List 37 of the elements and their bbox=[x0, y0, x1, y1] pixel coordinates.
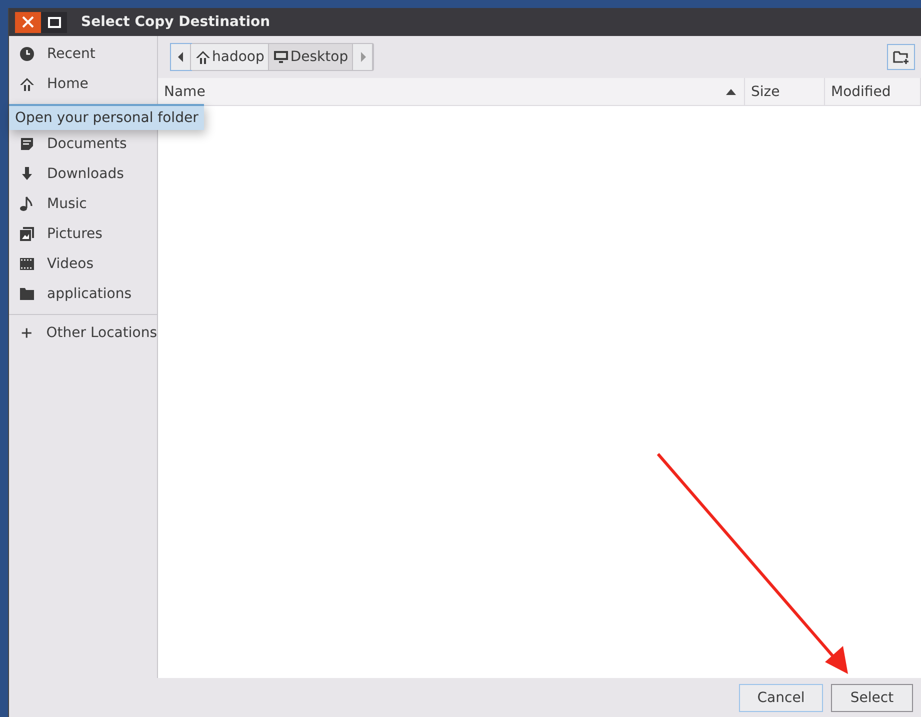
home-icon bbox=[195, 49, 211, 65]
plus-icon bbox=[19, 325, 34, 341]
sidebar-item[interactable]: Documents bbox=[9, 129, 157, 159]
pictures-icon bbox=[19, 226, 35, 242]
music-note-icon bbox=[19, 196, 35, 212]
right-arrow-icon bbox=[360, 52, 366, 62]
maximize-icon bbox=[48, 16, 60, 28]
sidebar-item[interactable]: Recent bbox=[9, 39, 157, 69]
cancel-button[interactable]: Cancel bbox=[739, 684, 823, 712]
close-button[interactable] bbox=[15, 12, 41, 32]
download-icon bbox=[19, 166, 35, 182]
path-button[interactable]: hadoop bbox=[191, 44, 270, 70]
sidebar-item[interactable]: Downloads bbox=[9, 159, 157, 189]
column-header-cell[interactable]: Size bbox=[745, 78, 825, 105]
new-folder-button[interactable] bbox=[887, 44, 915, 70]
sidebar-item[interactable]: Music bbox=[9, 189, 157, 219]
column-header-cell[interactable]: Modified bbox=[825, 78, 921, 105]
maximize-button[interactable] bbox=[41, 12, 67, 32]
sidebar-item[interactable]: applications bbox=[9, 279, 157, 309]
clock-icon bbox=[19, 46, 35, 62]
sidebar-item[interactable]: Pictures bbox=[9, 219, 157, 249]
select-button[interactable]: Select bbox=[831, 684, 913, 712]
close-icon bbox=[22, 16, 34, 28]
sidebar-item[interactable]: Other Locations bbox=[9, 318, 157, 348]
window-title: Select Copy Destination bbox=[81, 14, 270, 30]
document-icon bbox=[19, 136, 35, 152]
left-arrow-icon bbox=[178, 52, 184, 62]
monitor-icon bbox=[273, 49, 290, 65]
path-button[interactable]: Desktop bbox=[269, 44, 354, 70]
tooltip: Open your personal folder bbox=[9, 104, 204, 130]
folder-icon bbox=[19, 286, 35, 302]
path-back-button[interactable] bbox=[171, 44, 191, 70]
film-icon bbox=[19, 256, 35, 272]
home-icon bbox=[19, 76, 35, 92]
sidebar-item[interactable]: Videos bbox=[9, 249, 157, 279]
new-folder-icon bbox=[892, 49, 910, 65]
sidebar-item[interactable]: Home bbox=[9, 69, 157, 99]
